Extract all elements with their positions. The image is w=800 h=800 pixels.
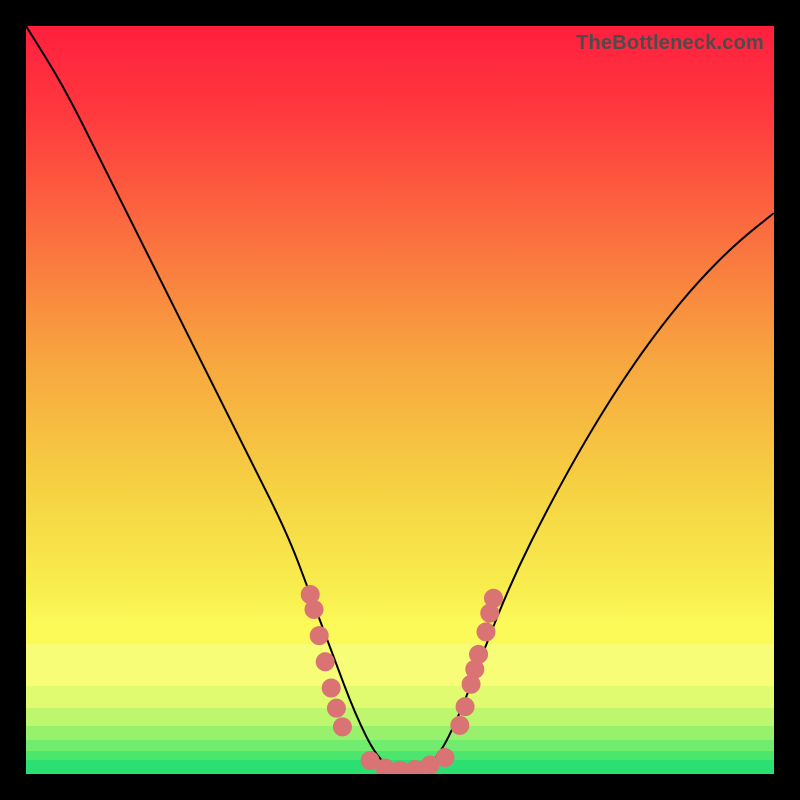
- plot-area: TheBottleneck.com: [26, 26, 774, 774]
- data-marker: [333, 718, 351, 736]
- data-marker: [477, 623, 495, 641]
- data-marker: [451, 716, 469, 734]
- data-marker: [322, 679, 340, 697]
- data-marker: [305, 600, 323, 618]
- bottleneck-chart: [26, 26, 774, 774]
- bottom-bands: [26, 644, 774, 774]
- outer-frame: TheBottleneck.com: [0, 0, 800, 800]
- watermark-text: TheBottleneck.com: [576, 32, 764, 55]
- data-marker: [436, 749, 454, 767]
- data-marker: [310, 627, 328, 645]
- data-marker: [327, 699, 345, 717]
- data-marker: [485, 589, 503, 607]
- data-marker: [316, 653, 334, 671]
- data-marker: [470, 645, 488, 663]
- data-marker: [456, 698, 474, 716]
